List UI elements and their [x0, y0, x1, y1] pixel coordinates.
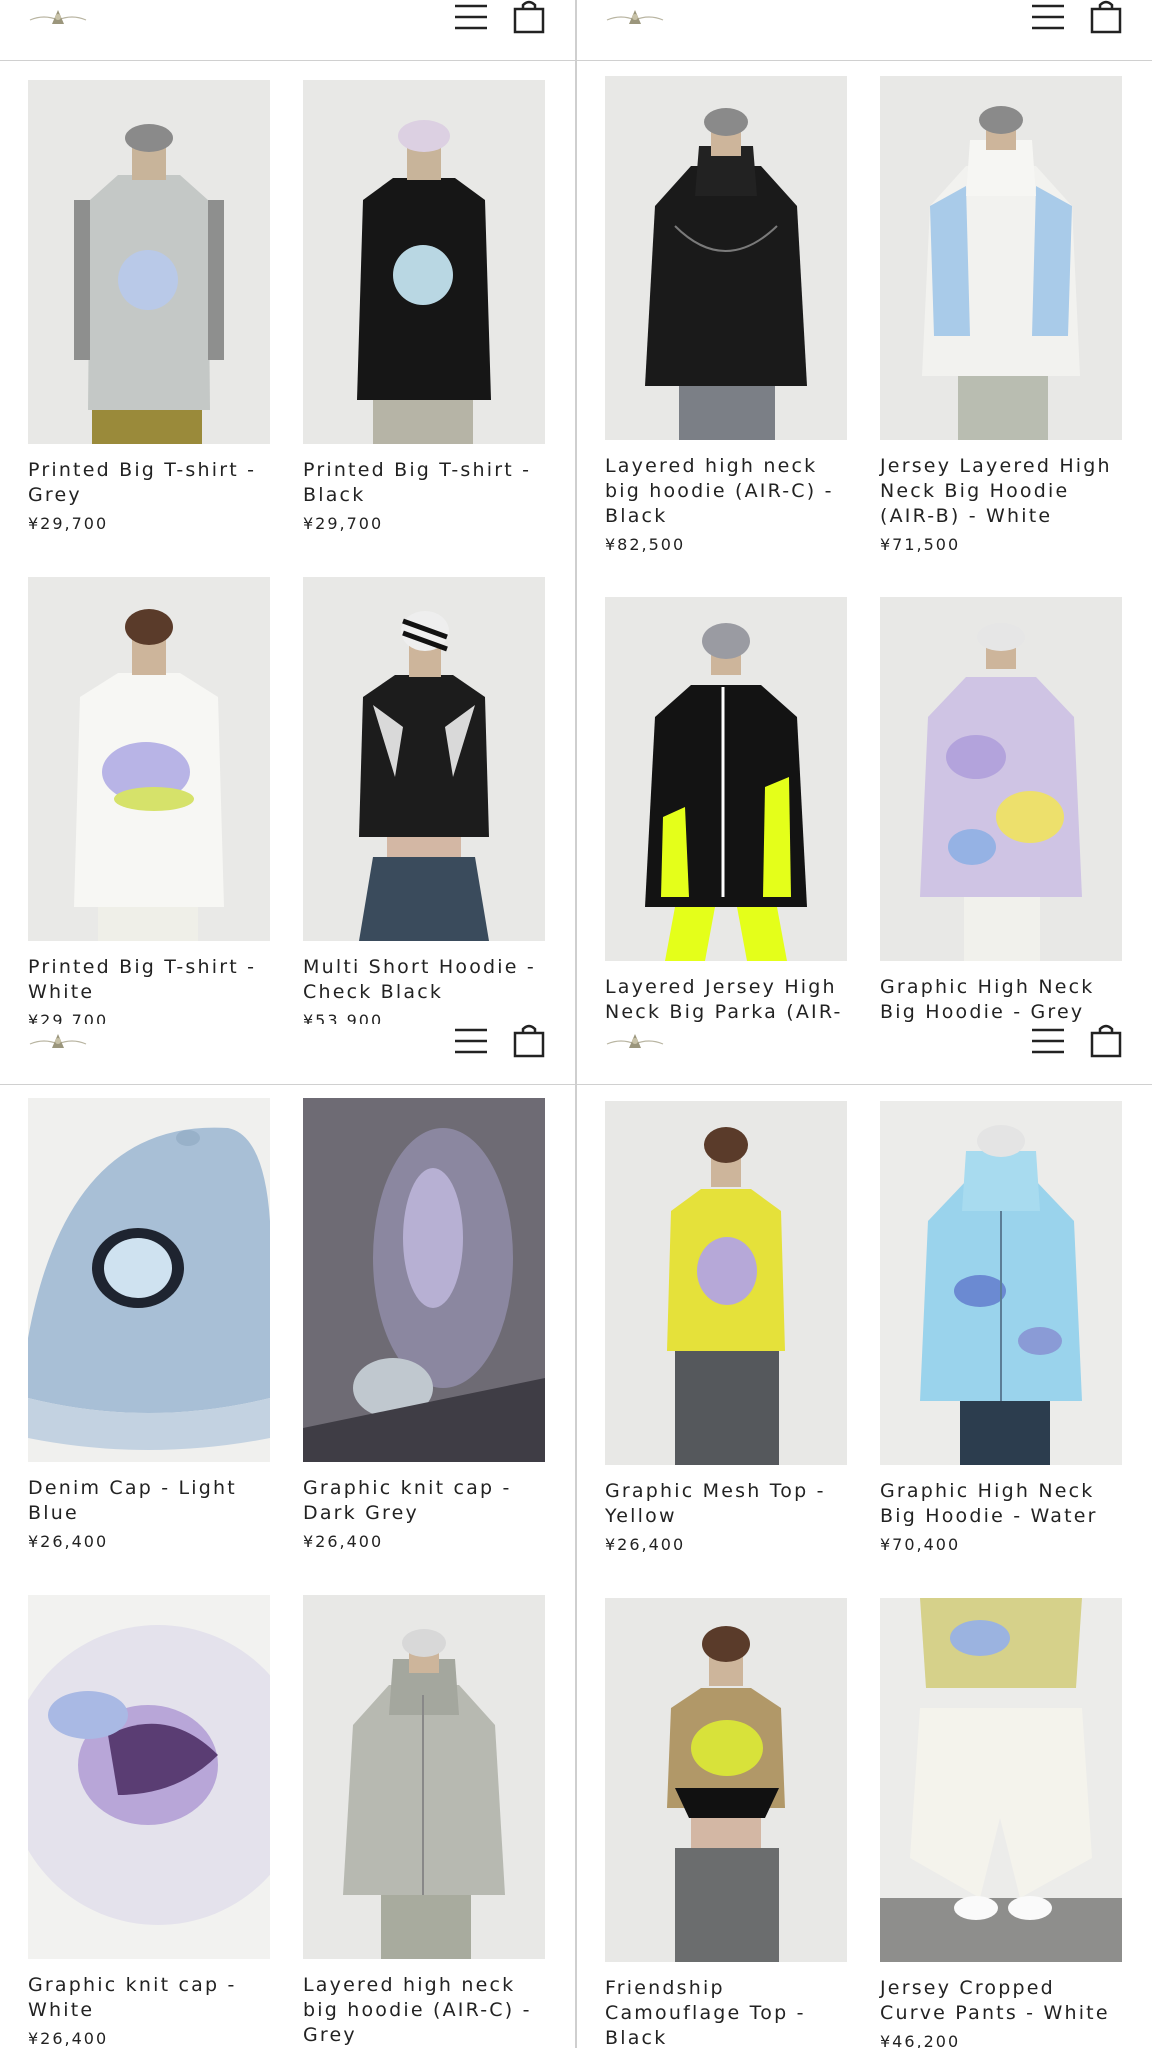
- product-price: ¥46,200: [880, 2032, 961, 2048]
- product-name[interactable]: Denim Cap - Light Blue: [28, 1476, 270, 1526]
- shopping-bag-icon[interactable]: [1090, 1024, 1122, 1058]
- product-name[interactable]: Multi Short Hoodie - Check Black: [303, 955, 545, 1005]
- product-name[interactable]: Friendship Camouflage Top - Black: [605, 1976, 847, 2048]
- site-header: [577, 1024, 1152, 1085]
- product-image[interactable]: [28, 80, 270, 444]
- product-card[interactable]: Printed Big T-shirt - Black ¥29,700: [303, 80, 545, 533]
- product-image[interactable]: [605, 597, 847, 961]
- product-image[interactable]: [605, 76, 847, 440]
- product-name[interactable]: Graphic Mesh Top - Yellow: [605, 1479, 847, 1529]
- product-name[interactable]: Printed Big T-shirt - White: [28, 955, 270, 1005]
- shopping-bag-icon[interactable]: [513, 0, 545, 34]
- product-image[interactable]: [303, 577, 545, 941]
- product-image[interactable]: [28, 1098, 270, 1462]
- product-name[interactable]: Layered high neck big hoodie (AIR-C) - G…: [303, 1973, 545, 2048]
- product-name[interactable]: Graphic High Neck Big Hoodie - Grey: [880, 975, 1122, 1024]
- hamburger-menu-icon[interactable]: [454, 2, 488, 32]
- product-card[interactable]: Multi Short Hoodie - Check Black ¥53,900: [303, 577, 545, 1024]
- screenshot-panel-4: Graphic Mesh Top - Yellow ¥26,400 Graphi…: [577, 1024, 1152, 2048]
- ornament-logo-icon[interactable]: [605, 4, 665, 28]
- product-card[interactable]: Graphic High Neck Big Hoodie - Water ¥70…: [880, 1101, 1122, 1554]
- product-image[interactable]: [880, 597, 1122, 961]
- product-card[interactable]: Jersey Cropped Curve Pants - White ¥46,2…: [880, 1598, 1122, 2048]
- product-card[interactable]: Denim Cap - Light Blue ¥26,400: [28, 1098, 270, 1551]
- product-name[interactable]: Printed Big T-shirt - Black: [303, 458, 545, 508]
- product-image[interactable]: [303, 1098, 545, 1462]
- product-card[interactable]: Printed Big T-shirt - Grey ¥29,700: [28, 80, 270, 533]
- product-image[interactable]: [880, 1101, 1122, 1465]
- product-name[interactable]: Graphic knit cap - Dark Grey: [303, 1476, 545, 1526]
- product-image[interactable]: [28, 1595, 270, 1959]
- screenshot-panel-2: Layered high neck big hoodie (AIR-C) - B…: [577, 0, 1152, 1024]
- product-price: ¥71,500: [880, 535, 961, 554]
- product-card[interactable]: Layered Jersey High Neck Big Parka (AIR-: [605, 597, 847, 1024]
- product-price: ¥26,400: [28, 1532, 109, 1551]
- product-card[interactable]: Jersey Layered High Neck Big Hoodie (AIR…: [880, 76, 1122, 554]
- product-price: ¥26,400: [28, 2029, 109, 2048]
- product-card[interactable]: Printed Big T-shirt - White ¥29,700: [28, 577, 270, 1024]
- product-card[interactable]: Graphic knit cap - White ¥26,400: [28, 1595, 270, 2048]
- product-price: ¥26,400: [303, 1532, 384, 1551]
- shopping-bag-icon[interactable]: [513, 1024, 545, 1058]
- product-price: ¥29,700: [28, 514, 109, 533]
- product-card[interactable]: Layered high neck big hoodie (AIR-C) - G…: [303, 1595, 545, 2048]
- product-name[interactable]: Printed Big T-shirt - Grey: [28, 458, 270, 508]
- product-image[interactable]: [880, 76, 1122, 440]
- product-image[interactable]: [303, 80, 545, 444]
- product-card[interactable]: Graphic Mesh Top - Yellow ¥26,400: [605, 1101, 847, 1554]
- product-card[interactable]: Friendship Camouflage Top - Black: [605, 1598, 847, 2048]
- ornament-logo-icon[interactable]: [605, 1028, 665, 1052]
- product-image[interactable]: [605, 1598, 847, 1962]
- screenshot-panel-1: Printed Big T-shirt - Grey ¥29,700 Print…: [0, 0, 575, 1024]
- product-image[interactable]: [303, 1595, 545, 1959]
- product-price: ¥29,700: [28, 1011, 109, 1024]
- site-header: [0, 0, 575, 61]
- site-header: [577, 0, 1152, 61]
- product-name[interactable]: Layered Jersey High Neck Big Parka (AIR-: [605, 975, 847, 1024]
- hamburger-menu-icon[interactable]: [1031, 1026, 1065, 1056]
- product-name[interactable]: Jersey Layered High Neck Big Hoodie (AIR…: [880, 454, 1122, 529]
- ornament-logo-icon[interactable]: [28, 4, 88, 28]
- screenshot-panel-3: Denim Cap - Light Blue ¥26,400 Graphic k…: [0, 1024, 575, 2048]
- product-price: ¥70,400: [880, 1535, 961, 1554]
- ornament-logo-icon[interactable]: [28, 1028, 88, 1052]
- product-price: ¥29,700: [303, 514, 384, 533]
- product-image[interactable]: [605, 1101, 847, 1465]
- product-price: ¥53,900: [303, 1011, 384, 1024]
- product-price: ¥82,500: [605, 535, 686, 554]
- product-name[interactable]: Graphic knit cap - White: [28, 1973, 270, 2023]
- product-card[interactable]: Graphic knit cap - Dark Grey ¥26,400: [303, 1098, 545, 1551]
- product-image[interactable]: [880, 1598, 1122, 1962]
- product-name[interactable]: Layered high neck big hoodie (AIR-C) - B…: [605, 454, 847, 529]
- product-name[interactable]: Jersey Cropped Curve Pants - White: [880, 1976, 1122, 2026]
- hamburger-menu-icon[interactable]: [1031, 2, 1065, 32]
- product-price: ¥26,400: [605, 1535, 686, 1554]
- site-header: [0, 1024, 575, 1085]
- product-card[interactable]: Layered high neck big hoodie (AIR-C) - B…: [605, 76, 847, 554]
- shopping-bag-icon[interactable]: [1090, 0, 1122, 34]
- product-image[interactable]: [28, 577, 270, 941]
- product-card[interactable]: Graphic High Neck Big Hoodie - Grey: [880, 597, 1122, 1024]
- product-name[interactable]: Graphic High Neck Big Hoodie - Water: [880, 1479, 1122, 1529]
- hamburger-menu-icon[interactable]: [454, 1026, 488, 1056]
